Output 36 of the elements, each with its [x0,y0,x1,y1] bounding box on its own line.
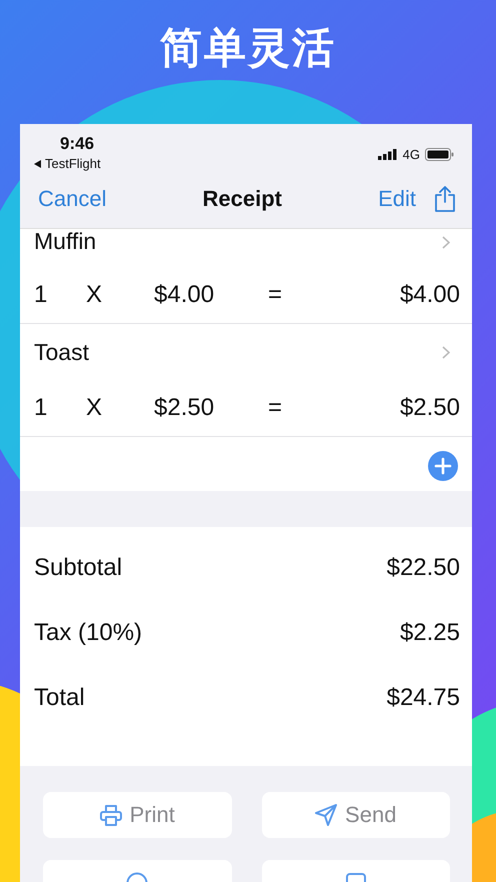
battery-icon [425,148,454,160]
edit-button[interactable]: Edit [378,186,416,212]
signal-icon [378,148,398,160]
status-time: 9:46 [60,134,96,154]
quantity: 1 [34,394,48,422]
line-total: $4.00 [400,281,460,309]
back-link[interactable]: TestFlight [45,156,101,171]
times-sign: X [86,394,104,422]
total-label: Total [34,684,85,712]
printer-icon [100,804,122,826]
add-icon[interactable] [428,451,458,481]
item-name[interactable]: Toast [34,338,89,366]
share-icon[interactable] [434,186,456,212]
chevron-right-icon[interactable] [442,236,450,248]
nav-title: Receipt [202,186,282,212]
send-icon [315,804,338,826]
network-label: 4G [402,146,420,162]
equals-sign: = [268,394,284,422]
promo-title: 简单灵活 [160,23,336,72]
line-total: $2.50 [400,394,460,422]
quantity: 1 [34,281,48,309]
total-label: Subtotal [34,554,122,582]
total-value: $2.25 [400,618,460,646]
chevron-right-icon[interactable] [442,346,450,358]
total-value: $22.50 [386,554,460,582]
cancel-button[interactable]: Cancel [38,186,106,212]
total-value: $24.75 [386,684,460,712]
unit-price: $2.50 [154,394,216,422]
times-sign: X [86,281,104,309]
unit-price: $4.00 [154,281,216,309]
item-name[interactable]: Muffin [34,228,96,254]
total-label: Tax (10%) [34,618,142,646]
equals-sign: = [268,281,284,309]
action-button[interactable]: Send [262,792,450,838]
action-button[interactable]: Print [43,792,232,838]
back-triangle-icon [34,160,41,168]
